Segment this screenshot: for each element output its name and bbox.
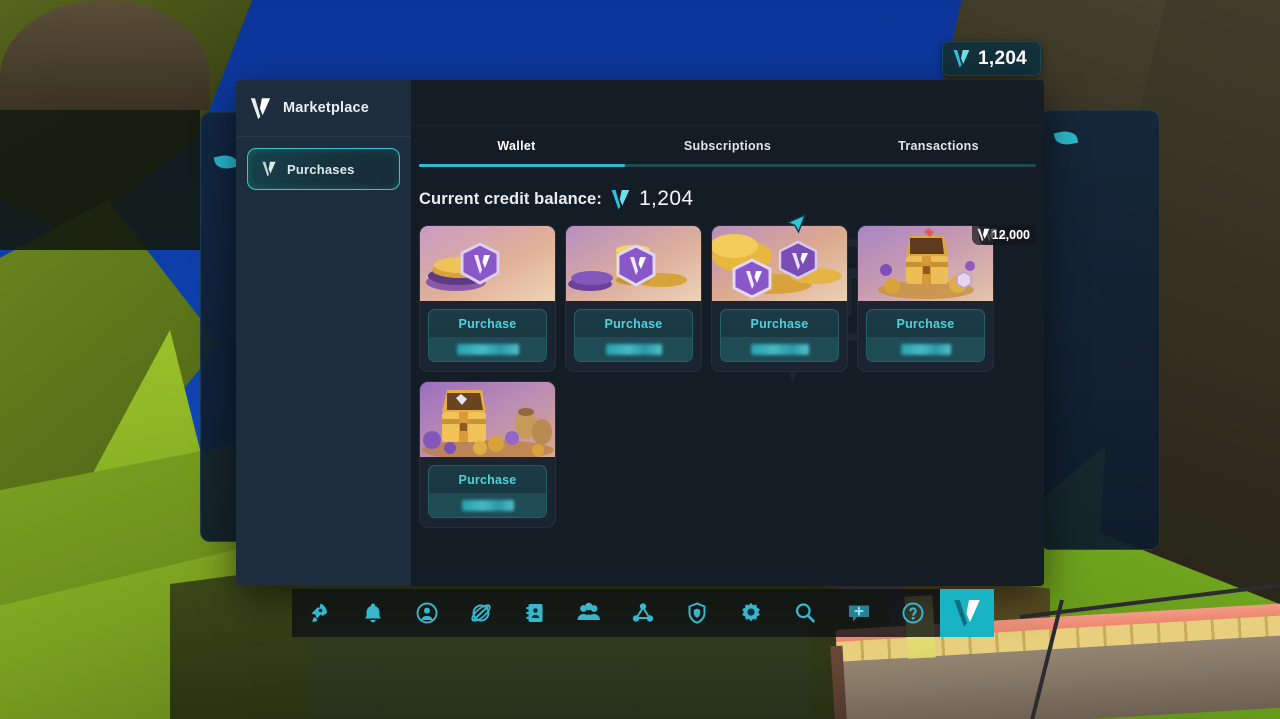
purchase-button[interactable]: Purchase <box>720 309 839 362</box>
help-question-icon <box>902 602 924 624</box>
product-image <box>712 226 847 301</box>
tab-transactions[interactable]: Transactions <box>833 127 1044 164</box>
planet-icon <box>471 604 491 622</box>
dock-button-world[interactable] <box>454 589 508 637</box>
redacted-cost <box>461 499 514 511</box>
purchase-button-label: Purchase <box>604 317 663 331</box>
sidebar: Marketplace Purchases <box>236 80 411 586</box>
dock-button-new-chat[interactable] <box>832 589 886 637</box>
dock-button-rocket[interactable] <box>292 589 346 637</box>
purchase-cost-row <box>429 337 546 361</box>
product-card-body: Purchase <box>566 301 701 371</box>
content-area: Wallet Subscriptions Transactions Curren… <box>411 80 1044 586</box>
v-logo-icon <box>250 97 271 119</box>
dock-button-friends[interactable] <box>562 589 616 637</box>
purchase-cost-row <box>429 493 546 517</box>
credit-hex-coin-pile-image <box>712 226 847 301</box>
v-logo-icon <box>611 189 630 209</box>
leaf-icon <box>213 152 239 172</box>
credit-hex-coins-image <box>420 226 555 301</box>
credit-balance-amount: 1,204 <box>638 187 694 210</box>
tab-wallet[interactable]: Wallet <box>411 127 622 164</box>
mouse-cursor <box>786 213 807 234</box>
purchase-button[interactable]: Purchase <box>428 465 547 518</box>
sidebar-nav: Purchases <box>236 137 411 190</box>
product-image <box>566 226 701 301</box>
people-group-icon <box>577 602 600 620</box>
hud-credit-balance[interactable]: 1,204 <box>942 41 1042 76</box>
cards-area: AT <box>411 211 1044 586</box>
purchase-cost-row <box>721 337 838 361</box>
sidebar-item-purchases[interactable]: Purchases <box>247 148 400 190</box>
brand-header: Marketplace <box>236 80 411 137</box>
product-card-grid: 600 Purchase <box>419 225 1036 528</box>
shield-icon <box>688 602 706 624</box>
search-icon <box>795 603 815 623</box>
dock-button-notifications[interactable] <box>346 589 400 637</box>
address-book-icon <box>526 604 543 622</box>
purchase-button-label: Purchase <box>458 317 517 331</box>
credit-hex-coin-stack-image <box>566 226 701 301</box>
network-share-icon <box>632 603 654 622</box>
product-card-body: Purchase <box>420 457 555 527</box>
treasure-chest-large-image <box>420 382 555 457</box>
person-circle-icon <box>416 602 438 624</box>
redacted-cost <box>456 343 519 355</box>
redacted-cost <box>750 343 809 355</box>
leaf-icon <box>1053 128 1079 148</box>
v-logo-icon <box>262 161 276 177</box>
bell-icon <box>365 603 381 623</box>
product-card[interactable]: 12,000 Purchase <box>419 225 1036 528</box>
tab-subscriptions[interactable]: Subscriptions <box>622 127 833 164</box>
content-topbar <box>411 80 1044 127</box>
background-panel-right <box>1040 110 1160 550</box>
product-card[interactable]: 1,200 Purchase <box>565 225 1036 372</box>
dock-button-app-logo[interactable] <box>940 589 994 637</box>
dock-button-settings[interactable] <box>724 589 778 637</box>
credit-balance-label: Current credit balance: <box>419 189 602 208</box>
product-image <box>420 226 555 301</box>
dock-button-directory[interactable] <box>508 589 562 637</box>
chat-add-icon <box>849 605 869 622</box>
dock-button-safety[interactable] <box>670 589 724 637</box>
redacted-cost <box>900 343 951 355</box>
product-card[interactable]: 600 Purchase <box>419 225 1036 372</box>
tab-bar: Wallet Subscriptions Transactions <box>411 127 1044 164</box>
marketplace-window: Marketplace Purchases Wallet Subscriptio… <box>236 80 1044 586</box>
purchase-button-label: Purchase <box>458 473 517 487</box>
shadow-center-right <box>0 110 200 250</box>
purchase-button-label: Purchase <box>896 317 955 331</box>
redacted-cost <box>605 343 662 355</box>
product-card-body: Purchase <box>420 301 555 371</box>
dock-button-help[interactable] <box>886 589 940 637</box>
sidebar-item-label: Purchases <box>287 161 355 177</box>
product-card[interactable]: 6,000 Purchase <box>857 225 1036 372</box>
brand-title: Marketplace <box>283 100 370 116</box>
product-card[interactable]: 2,400 Purchase <box>711 225 1036 372</box>
hud-balance-amount: 1,204 <box>978 47 1028 69</box>
purchase-cost-row <box>575 337 692 361</box>
product-image <box>420 382 555 457</box>
gear-icon <box>742 602 760 622</box>
dock-button-network[interactable] <box>616 589 670 637</box>
purchase-button[interactable]: Purchase <box>428 309 547 362</box>
purchase-button[interactable]: Purchase <box>574 309 693 362</box>
product-card-body: Purchase <box>858 301 993 371</box>
purchase-button[interactable]: Purchase <box>866 309 985 362</box>
v-logo-icon <box>953 50 970 68</box>
tab-active-indicator <box>419 164 625 167</box>
purchase-cost-row <box>867 337 984 361</box>
dock-button-search[interactable] <box>778 589 832 637</box>
bottom-dock <box>292 589 994 637</box>
credit-balance-row: Current credit balance: 1,204 <box>411 167 1044 211</box>
tab-rail <box>419 164 1036 167</box>
product-card-body: Purchase <box>712 301 847 371</box>
v-logo-icon <box>954 600 980 627</box>
rocket-icon <box>311 603 327 622</box>
dock-button-profile[interactable] <box>400 589 454 637</box>
purchase-button-label: Purchase <box>750 317 809 331</box>
